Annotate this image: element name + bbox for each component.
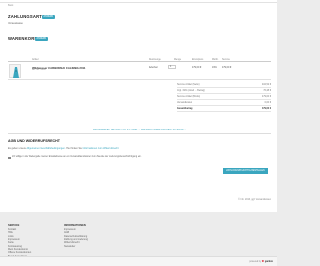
cart-change-button[interactable]: ÄNDERN <box>35 36 48 41</box>
totals-row: zzgl. 19% (Anteil ... Betrag) 76,48 € <box>177 88 271 94</box>
tax-value: 19% <box>212 66 217 69</box>
totals-value: 0,00 € <box>264 101 271 104</box>
totals-label: Summe Artikel (Brutto) <box>177 95 201 98</box>
totals-value: 479,00 € <box>262 95 271 98</box>
agb-link[interactable]: Allgemeinen Geschäftsbedingungen <box>27 147 65 150</box>
totals-value: 402,52 € <box>262 83 271 86</box>
payment-section-title: ZAHLUNGSART <box>8 14 43 19</box>
top-strip <box>0 0 277 3</box>
terms-section-title: AGB UND WIDERRUFSRECHT <box>8 139 60 143</box>
unit-price-value: 479,00 € <box>192 66 202 69</box>
terms-text-middle: . Hier finden Sie <box>64 147 82 150</box>
col-article: Artikel <box>32 58 39 61</box>
totals-label: zzgl. 19% (Anteil ... Betrag) <box>177 89 205 92</box>
withdrawal-link[interactable]: Informationen zum Widerrufsrecht <box>83 147 119 150</box>
email-consent-row: Ich willige in die Weitergabe meiner Ema… <box>8 156 271 162</box>
totals-row: Versandkosten 0,00 € <box>177 100 271 106</box>
shipping-note: DIE LIEFERZEIT BETRÄGT CA. 2-3 TAGE. ...… <box>8 129 271 134</box>
quantity-field[interactable]: 1 <box>168 65 176 69</box>
powered-by-strip: powered by ID gambio <box>0 256 277 266</box>
powered-logo-mark: ID <box>261 260 265 263</box>
totals-value: 76,48 € <box>263 89 271 92</box>
availability-value: lieferbar <box>149 66 158 69</box>
kayak-image-icon <box>13 66 19 78</box>
col-quantity: Menge <box>174 58 182 61</box>
product-thumbnail[interactable] <box>9 63 21 78</box>
totals-row: Summe Artikel (Netto) 402,52 € <box>177 82 271 88</box>
col-availability: Restmenge <box>149 58 161 61</box>
footer-service-heading: SERVICE <box>8 224 20 227</box>
footer-service-column: SERVICE Kontakt Hilfe Links Impressum Ka… <box>8 224 31 258</box>
copyright-text: © Inh. 2016, ggf. Versandkosten <box>238 199 271 201</box>
totals-row: Summe Artikel (Brutto) 479,00 € <box>177 94 271 100</box>
footer-information-column: INFORMATIONEN Impressum AGB Datenschutze… <box>64 224 88 248</box>
totals-label: Summe Artikel (Netto) <box>177 83 200 86</box>
footer-information-heading: INFORMATIONEN <box>64 224 86 227</box>
footer-link[interactable]: Newsletter <box>64 245 88 248</box>
col-unit-price: Einzelpreis <box>192 58 204 61</box>
email-consent-label: Ich willige in die Weitergabe meiner Ema… <box>12 156 142 158</box>
cart-item-row: Wildwasser CARBONSAI CALIMBA 2011 Art. N… <box>8 62 271 80</box>
email-consent-checkbox[interactable] <box>8 156 11 159</box>
payment-method-value: Vorauskasse <box>8 21 23 25</box>
col-sum: Summe <box>222 58 230 61</box>
checkout-panel: Back ZAHLUNGSART ÄNDERN Vorauskasse WARE… <box>0 0 277 212</box>
powered-by: powered by ID gambio <box>249 261 273 263</box>
col-tax: MwSt. <box>212 58 219 61</box>
cart-section-title: WARENKORB <box>8 36 38 41</box>
grand-total-label: Gesamtbetrag <box>177 107 193 110</box>
grand-total-value: 479,00 € <box>262 107 271 110</box>
place-order-button[interactable]: ZAHLUNGSPFLICHTIG BESTELLEN <box>223 168 268 174</box>
payment-change-button[interactable]: ÄNDERN <box>42 14 55 19</box>
sum-value: 479,00 € <box>222 66 232 69</box>
back-link[interactable]: Back <box>8 4 13 7</box>
terms-text: Es gelten unsere Allgemeinen Geschäftsbe… <box>8 147 119 150</box>
product-number: Art. Nr.: 1356 <box>32 69 46 71</box>
powered-by-prefix: powered by <box>249 260 262 263</box>
terms-text-before: Es gelten unsere <box>8 147 26 150</box>
grand-total-row: Gesamtbetrag 479,00 € <box>177 106 271 112</box>
powered-logo-name[interactable]: gambio <box>265 261 273 263</box>
totals-label: Versandkosten <box>177 101 193 104</box>
